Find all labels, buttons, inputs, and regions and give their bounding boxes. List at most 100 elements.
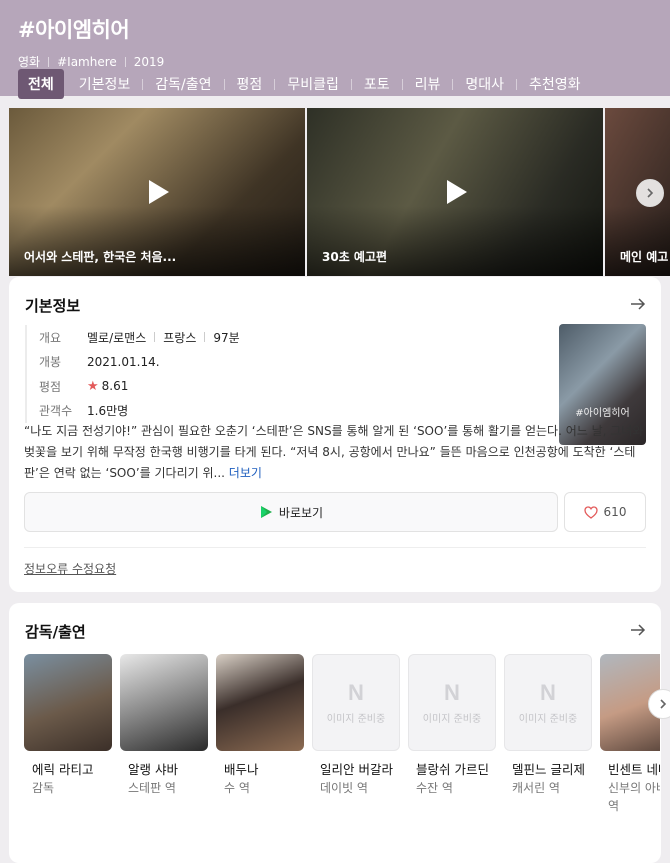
tab-photos[interactable]: 포토: [364, 69, 390, 99]
clip-carousel: 어서와 스테판, 한국은 처음... 30초 예고편 메인 예고: [9, 108, 670, 276]
meta-divider: [48, 56, 50, 67]
person-role: 수잔 역: [416, 781, 453, 795]
placeholder-text: 이미지 준비중: [422, 714, 482, 725]
placeholder-text: 이미지 준비중: [326, 714, 386, 725]
info-list: 개요 멜로/로맨스 프랑스 97분 개봉 2021.01.14. 평점 ★ 8.…: [25, 325, 240, 423]
tab-basic-info[interactable]: 기본정보: [79, 69, 131, 99]
clip-caption: 어서와 스테판, 한국은 처음...: [24, 250, 177, 264]
photo-placeholder: N 이미지 준비중: [408, 654, 496, 751]
clip-caption: 메인 예고: [620, 250, 669, 264]
play-icon: [141, 176, 173, 208]
person-name: 빈센트 네메스: [608, 762, 660, 777]
tab-divider: [223, 78, 225, 90]
audience-count: 1.6만명: [87, 404, 129, 419]
play-icon: [439, 176, 471, 208]
info-key: 개요: [39, 330, 62, 345]
section-title: 감독/출연: [25, 623, 86, 641]
movie-meta: 영화 #Iamhere 2019: [18, 53, 652, 70]
person-name: 에릭 라티고: [32, 762, 94, 777]
person-role: 수 역: [224, 781, 250, 795]
info-row-overview: 개요 멜로/로맨스 프랑스 97분: [39, 325, 240, 350]
play-store-icon: [260, 506, 272, 518]
tab-recommended[interactable]: 추천영화: [529, 69, 581, 99]
arrow-right-icon[interactable]: [629, 621, 647, 639]
naver-logo-icon: N: [348, 680, 364, 705]
more-link[interactable]: 더보기: [229, 466, 262, 480]
tab-divider: [142, 78, 144, 90]
cast-card: 감독/출연 에릭 라티고 감독 알랭 샤바 스테판 역 배두나 수 역 N 이미…: [9, 603, 661, 863]
cast-item[interactable]: N 이미지 준비중 일리안 버갈라 데이빗 역: [312, 654, 400, 815]
person-role: 감독: [32, 781, 55, 795]
chevron-right-icon: [660, 699, 667, 709]
cast-next-button[interactable]: [648, 689, 670, 719]
tab-divider: [401, 78, 403, 90]
person-role: 데이빗 역: [320, 781, 368, 795]
star-icon: ★: [87, 378, 99, 394]
tab-divider: [452, 78, 454, 90]
info-row-release: 개봉 2021.01.14.: [39, 350, 240, 375]
photo-placeholder: N 이미지 준비중: [504, 654, 592, 751]
tab-bar: 전체 기본정보 감독/출연 평점 무비클립 포토 리뷰 명대사 추천영화: [18, 69, 581, 99]
carousel-next-button[interactable]: [636, 179, 664, 207]
cast-item[interactable]: 알랭 샤바 스테판 역: [120, 654, 208, 815]
person-role: 캐서린 역: [512, 781, 560, 795]
naver-logo-icon: N: [540, 680, 556, 705]
cast-item[interactable]: N 이미지 준비중 델핀느 글리제 캐서린 역: [504, 654, 592, 815]
like-button[interactable]: 610: [564, 492, 646, 532]
watch-now-label: 바로보기: [278, 505, 324, 520]
cast-item[interactable]: 빈센트 네메스 신부의 아버지 역: [600, 654, 660, 815]
person-photo: [216, 654, 304, 751]
tab-cast[interactable]: 감독/출연: [155, 69, 211, 99]
synopsis-text: “나도 지금 전성기야!” 관심이 필요한 오춘기 ‘스테판’은 SNS를 통해…: [24, 424, 644, 480]
info-row-rating: 평점 ★ 8.61: [39, 374, 240, 399]
tab-reviews[interactable]: 리뷰: [415, 69, 441, 99]
basic-info-card: 기본정보 개요 멜로/로맨스 프랑스 97분 개봉 2021.01.14. 평점…: [9, 277, 661, 592]
photo-placeholder: N 이미지 준비중: [312, 654, 400, 751]
meta-category: 영화: [18, 55, 41, 69]
rating-value: 8.61: [101, 379, 129, 394]
meta-english-title: #Iamhere: [57, 54, 117, 69]
person-role: 스테판 역: [128, 781, 176, 795]
info-row-audience: 관객수 1.6만명: [39, 399, 240, 424]
person-photo: [24, 654, 112, 751]
arrow-right-icon[interactable]: [629, 295, 647, 313]
info-key: 관객수: [39, 404, 73, 419]
tab-all[interactable]: 전체: [18, 69, 64, 99]
person-photo: [120, 654, 208, 751]
person-name: 알랭 샤바: [128, 762, 178, 777]
cast-item[interactable]: N 이미지 준비중 블랑쉬 가르딘 수잔 역: [408, 654, 496, 815]
poster-title: #아이엠히어: [575, 408, 630, 419]
clip-card[interactable]: 30초 예고편: [307, 108, 603, 276]
info-key: 평점: [39, 379, 62, 394]
synopsis: “나도 지금 전성기야!” 관심이 필요한 오춘기 ‘스테판’은 SNS를 통해…: [24, 421, 646, 484]
meta-year: 2019: [133, 54, 165, 69]
chevron-right-icon: [647, 188, 654, 198]
placeholder-text: 이미지 준비중: [518, 714, 578, 725]
report-error-link[interactable]: 정보오류 수정요청: [24, 560, 116, 577]
watch-now-button[interactable]: 바로보기: [24, 492, 558, 532]
section-title: 기본정보: [25, 297, 81, 315]
tab-divider: [516, 78, 518, 90]
person-name: 일리안 버갈라: [320, 762, 393, 777]
country: 프랑스: [163, 330, 197, 345]
tab-movie-clips[interactable]: 무비클립: [287, 69, 339, 99]
cast-item[interactable]: 배두나 수 역: [216, 654, 304, 815]
clip-caption: 30초 예고편: [322, 250, 388, 264]
person-name: 델핀느 글리제: [512, 762, 585, 777]
tab-divider: [350, 78, 352, 90]
person-name: 블랑쉬 가르딘: [416, 762, 489, 777]
meta-divider: [124, 56, 126, 67]
genre: 멜로/로맨스: [87, 330, 147, 345]
naver-logo-icon: N: [444, 680, 460, 705]
runtime: 97분: [213, 330, 240, 345]
clip-card[interactable]: 어서와 스테판, 한국은 처음...: [9, 108, 305, 276]
info-key: 개봉: [39, 355, 62, 370]
cast-item[interactable]: 에릭 라티고 감독: [24, 654, 112, 815]
tab-quotes[interactable]: 명대사: [465, 69, 504, 99]
cast-list: 에릭 라티고 감독 알랭 샤바 스테판 역 배두나 수 역 N 이미지 준비중 …: [24, 654, 668, 815]
release-date: 2021.01.14.: [87, 354, 160, 369]
tab-rating[interactable]: 평점: [237, 69, 263, 99]
heart-icon: [583, 505, 598, 519]
divider: [24, 547, 646, 548]
page-title: #아이엠히어: [18, 18, 130, 42]
